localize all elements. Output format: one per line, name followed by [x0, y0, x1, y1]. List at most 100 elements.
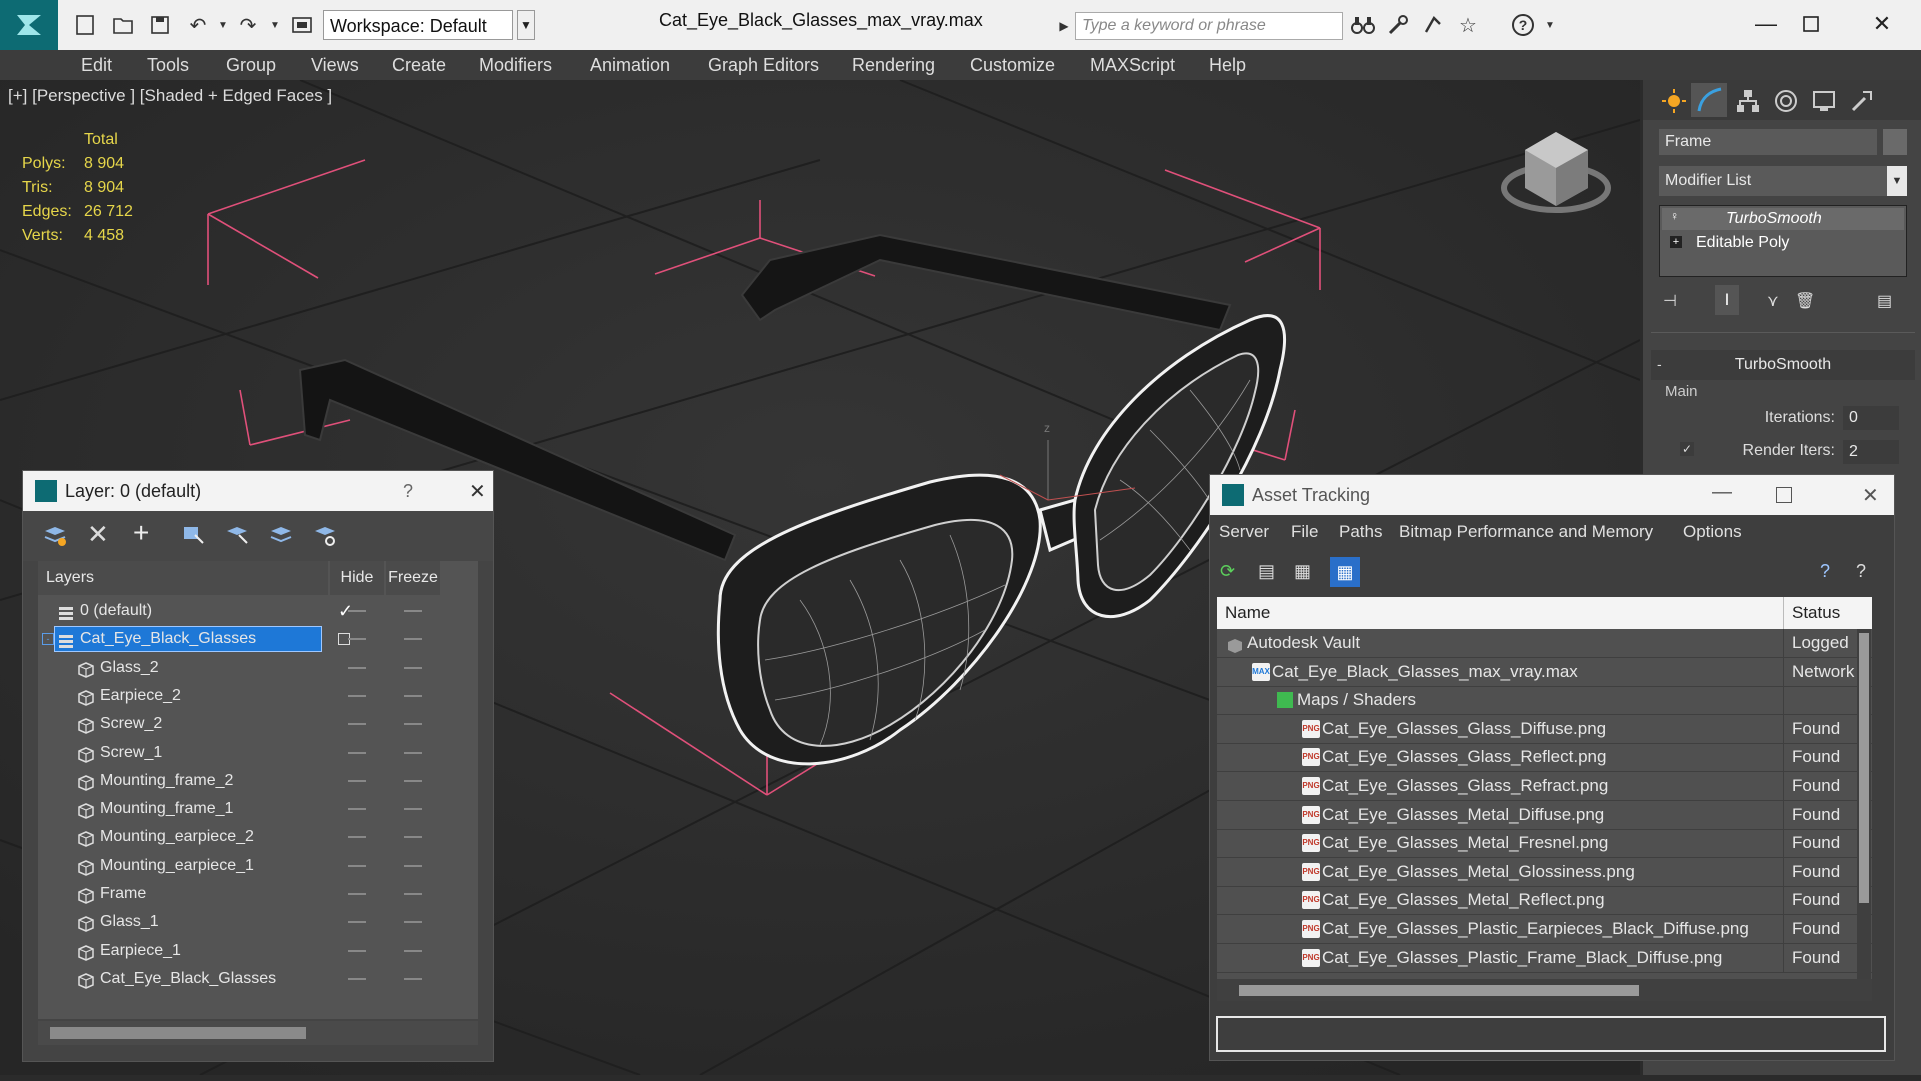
- menu-animation[interactable]: Animation: [590, 55, 670, 76]
- hide-toggle[interactable]: [348, 638, 366, 641]
- new-file-icon[interactable]: [70, 10, 100, 40]
- freeze-toggle[interactable]: [404, 694, 422, 697]
- modifier-stack-item-editable-poly[interactable]: + Editable Poly: [1662, 232, 1904, 254]
- menu-modifiers[interactable]: Modifiers: [479, 55, 552, 76]
- maximize-icon[interactable]: [1776, 487, 1792, 503]
- hide-toggle[interactable]: [348, 779, 366, 782]
- asset-horizontal-scrollbar[interactable]: [1217, 979, 1872, 1001]
- workspace-dropdown[interactable]: Workspace: Default: [323, 10, 513, 40]
- create-tab-icon[interactable]: [1661, 88, 1687, 114]
- asset-row[interactable]: Autodesk Vault Logged: [1217, 629, 1872, 658]
- asset-row[interactable]: PNG Cat_Eye_Glasses_Glass_Diffuse.png Foun…: [1217, 714, 1872, 744]
- project-folder-icon[interactable]: [287, 10, 317, 40]
- layer-row[interactable]: Glass_1: [38, 908, 478, 936]
- layer-row[interactable]: Mounting_earpiece_1: [38, 852, 478, 880]
- layer-row[interactable]: Earpiece_2: [38, 682, 478, 710]
- help-icon[interactable]: ?: [1508, 10, 1538, 40]
- layer-row[interactable]: Mounting_earpiece_2: [38, 823, 478, 851]
- freeze-toggle[interactable]: [404, 723, 422, 726]
- menu-file[interactable]: File: [1291, 522, 1318, 542]
- menu-rendering[interactable]: Rendering: [852, 55, 935, 76]
- close-icon[interactable]: ✕: [1862, 6, 1902, 42]
- menu-create[interactable]: Create: [392, 55, 446, 76]
- scrollbar-thumb[interactable]: [1239, 985, 1639, 996]
- asset-vertical-scrollbar[interactable]: [1857, 629, 1871, 979]
- search-expand-icon[interactable]: ▶: [1055, 12, 1073, 40]
- menu-views[interactable]: Views: [311, 55, 359, 76]
- add-to-layer-icon[interactable]: +: [133, 517, 149, 549]
- asset-window-titlebar[interactable]: Asset Tracking — ✕: [1210, 475, 1894, 515]
- asset-row[interactable]: PNG Cat_Eye_Glasses_Metal_Reflect.png Foun…: [1217, 886, 1872, 916]
- freeze-toggle[interactable]: [404, 864, 422, 867]
- viewport-label[interactable]: [+] [Perspective ] [Shaded + Edged Faces…: [8, 86, 332, 106]
- menu-server[interactable]: Server: [1219, 522, 1269, 542]
- asset-row[interactable]: PNG Cat_Eye_Glasses_Glass_Reflect.png Foun…: [1217, 743, 1872, 773]
- sign-in-icon[interactable]: [1418, 10, 1448, 40]
- layer-row[interactable]: Glass_2: [38, 654, 478, 682]
- layer-window-titlebar[interactable]: Layer: 0 (default) ? ✕: [23, 471, 493, 511]
- modifier-stack-item-turbosmooth[interactable]: ♀ TurboSmooth: [1662, 208, 1904, 230]
- layer-row[interactable]: ✓ 0 (default): [38, 597, 478, 625]
- hide-toggle[interactable]: [348, 610, 366, 612]
- open-file-icon[interactable]: [108, 10, 138, 40]
- pin-stack-icon[interactable]: ⊣: [1663, 291, 1677, 311]
- hide-toggle[interactable]: [348, 666, 366, 669]
- render-iters-checkbox[interactable]: ✓: [1680, 442, 1694, 456]
- layer-row[interactable]: Earpiece_1: [38, 937, 478, 965]
- asset-row[interactable]: PNG Cat_Eye_Glasses_Plastic_Earpieces_Bla…: [1217, 915, 1872, 944]
- render-iters-input[interactable]: 2: [1843, 440, 1899, 464]
- hide-toggle[interactable]: [348, 977, 366, 980]
- hide-toggle[interactable]: [348, 751, 366, 754]
- menu-maxscript[interactable]: MAXScript: [1090, 55, 1175, 76]
- asset-path-field[interactable]: [1216, 1016, 1886, 1052]
- layer-properties-icon[interactable]: [313, 523, 337, 547]
- set-current-layer-icon[interactable]: [269, 523, 293, 547]
- list-view-icon[interactable]: ▤: [1258, 561, 1280, 583]
- delete-layer-icon[interactable]: ✕: [87, 519, 109, 550]
- column-header-hide[interactable]: Hide: [330, 561, 384, 595]
- asset-row[interactable]: PNG Cat_Eye_Glasses_Metal_Glossiness.png F…: [1217, 857, 1872, 887]
- layer-row[interactable]: Mounting_frame_2: [38, 767, 478, 795]
- menu-group[interactable]: Group: [226, 55, 276, 76]
- new-layer-icon[interactable]: [43, 523, 67, 547]
- freeze-toggle[interactable]: [404, 751, 422, 754]
- redo-icon[interactable]: ↷: [233, 10, 263, 40]
- hide-toggle[interactable]: [348, 921, 366, 924]
- favorites-star-icon[interactable]: ☆: [1453, 10, 1483, 40]
- hide-toggle[interactable]: [348, 893, 366, 895]
- asset-row[interactable]: PNG Cat_Eye_Glasses_Metal_Diffuse.png Foun…: [1217, 800, 1872, 830]
- iterations-input[interactable]: 0: [1843, 406, 1899, 430]
- column-header-status[interactable]: Status: [1792, 603, 1840, 623]
- turbosmooth-rollout-header[interactable]: - TurboSmooth: [1651, 350, 1915, 380]
- object-color-swatch[interactable]: [1883, 129, 1907, 155]
- column-header-name[interactable]: Name: [1225, 603, 1270, 623]
- asset-row[interactable]: PNG Cat_Eye_Glasses_Metal_Fresnel.png Foun…: [1217, 829, 1872, 859]
- select-layer-icon[interactable]: [225, 523, 249, 547]
- menu-bitmap-performance[interactable]: Bitmap Performance and Memory: [1399, 522, 1653, 542]
- workspace-menu-arrow-icon[interactable]: ▼: [517, 10, 535, 40]
- modify-tab-icon[interactable]: [1691, 83, 1727, 117]
- menu-paths[interactable]: Paths: [1339, 522, 1382, 542]
- refresh-icon[interactable]: ⟳: [1220, 561, 1242, 583]
- freeze-toggle[interactable]: [404, 836, 422, 839]
- help-dropdown-icon[interactable]: ▼: [1535, 10, 1565, 40]
- hide-toggle[interactable]: [348, 836, 366, 839]
- expand-plus-icon[interactable]: +: [1670, 236, 1682, 248]
- modifier-list-dropdown[interactable]: Modifier List ▼: [1659, 166, 1907, 196]
- remove-modifier-icon[interactable]: 🗑: [1795, 291, 1815, 311]
- freeze-toggle[interactable]: [404, 977, 422, 980]
- lightbulb-icon[interactable]: ♀: [1670, 209, 1679, 223]
- layer-horizontal-scrollbar[interactable]: [38, 1021, 478, 1045]
- layer-row[interactable]: - Cat_Eye_Black_Glasses: [38, 625, 478, 653]
- column-header-layers[interactable]: Layers: [38, 561, 328, 595]
- freeze-toggle[interactable]: [404, 921, 422, 924]
- menu-edit[interactable]: Edit: [81, 55, 112, 76]
- freeze-toggle[interactable]: [404, 779, 422, 782]
- layer-row[interactable]: Screw_2: [38, 710, 478, 738]
- thumbnail-view-icon[interactable]: ▦: [1294, 561, 1316, 583]
- layer-row[interactable]: Cat_Eye_Black_Glasses: [38, 965, 478, 993]
- redo-dropdown-icon[interactable]: ▼: [260, 10, 290, 40]
- motion-tab-icon[interactable]: [1773, 88, 1799, 114]
- object-name-input[interactable]: Frame: [1659, 129, 1877, 155]
- asset-row[interactable]: Maps / Shaders: [1217, 686, 1872, 716]
